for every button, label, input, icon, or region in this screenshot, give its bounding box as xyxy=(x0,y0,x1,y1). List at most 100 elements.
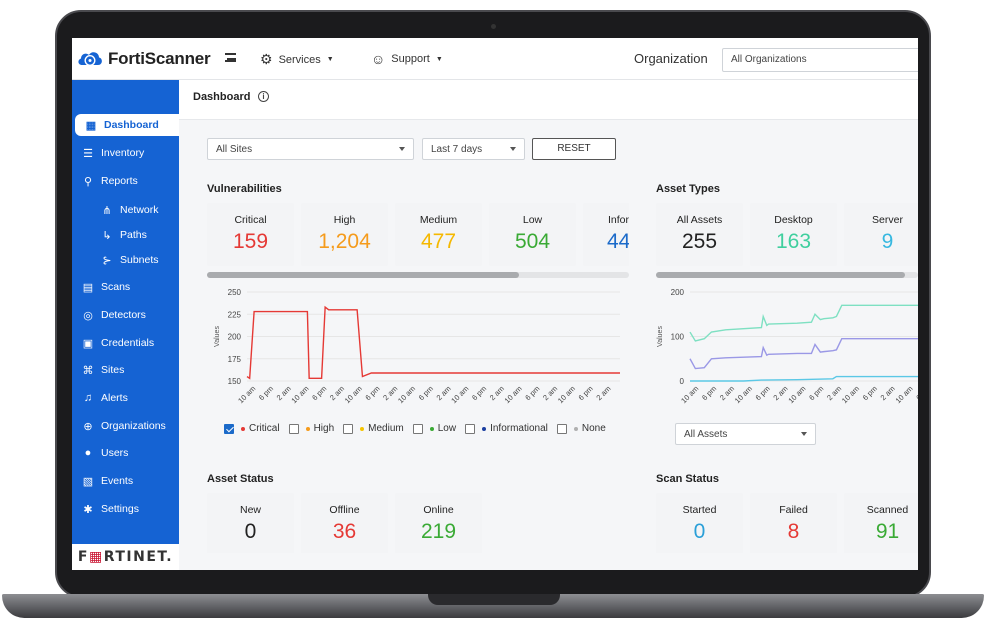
info-icon[interactable]: i xyxy=(258,91,269,102)
vuln-card-high[interactable]: High 1,204 xyxy=(301,203,388,266)
card-value: 0 xyxy=(693,520,706,543)
menu-toggle-icon[interactable] xyxy=(225,53,236,62)
card-label: Low xyxy=(522,214,543,226)
vuln-card-informational[interactable]: Informa 44 xyxy=(583,203,629,266)
legend-dot xyxy=(305,426,310,431)
asset-card-server[interactable]: Server 9 xyxy=(844,203,918,266)
legend-item-critical[interactable]: Critical xyxy=(224,423,280,434)
sidebar-item-events[interactable]: ▧ Events xyxy=(72,470,179,492)
asset-type-cards: All Assets 255 Desktop 163 Server 9 xyxy=(656,203,918,269)
card-label: New xyxy=(239,504,261,516)
asset-type-select[interactable]: All Assets xyxy=(675,423,816,445)
x-tick-label: 10 am xyxy=(894,384,915,405)
services-icon: ⚙ xyxy=(260,51,273,67)
x-tick-label: 6 pm xyxy=(417,384,435,402)
asset-card-desktop[interactable]: Desktop 163 xyxy=(750,203,837,266)
gear-icon: ✱ xyxy=(83,503,93,516)
vuln-card-medium[interactable]: Medium 477 xyxy=(395,203,482,266)
sidebar: ▦ Dashboard ☰ Inventory ⚲ Reports ⋔ Network … xyxy=(72,80,179,554)
scan-status-card-failed[interactable]: Failed 8 xyxy=(750,493,837,553)
asset-status-card-offline[interactable]: Offline 36 xyxy=(301,493,388,553)
legend-checkbox[interactable] xyxy=(412,423,423,434)
vuln-card-low[interactable]: Low 504 xyxy=(489,203,576,266)
reports-icon: ⚲ xyxy=(83,175,93,188)
sidebar-item-label: Events xyxy=(101,475,134,487)
card-label: Critical xyxy=(234,214,267,226)
legend-checkbox[interactable] xyxy=(224,423,234,434)
card-value: 91 xyxy=(875,520,900,543)
legend-item-none[interactable]: None xyxy=(556,423,606,434)
card-value: 44 xyxy=(607,230,629,253)
sidebar-item-label: Users xyxy=(101,447,129,459)
fortinet-logo: F▦RTINET. xyxy=(72,544,179,570)
asset-status-card-online[interactable]: Online 219 xyxy=(395,493,482,553)
sidebar-item-reports[interactable]: ⚲ Reports xyxy=(72,170,179,192)
series-line-server xyxy=(689,338,918,370)
page-title: Dashboard xyxy=(193,91,251,103)
scan-status-card-started[interactable]: Started 0 xyxy=(656,493,743,553)
date-range-select[interactable]: Last 7 days xyxy=(422,138,525,160)
services-label: Services xyxy=(278,53,321,66)
sidebar-item-scans[interactable]: ▤ Scans xyxy=(72,276,179,298)
vuln-card-critical[interactable]: Critical 159 xyxy=(207,203,294,266)
asset-card-all[interactable]: All Assets 255 xyxy=(656,203,743,266)
sidebar-item-credentials[interactable]: ▣ Credentials xyxy=(72,332,179,354)
x-tick-label: 10 am xyxy=(503,384,524,405)
sidebar-item-users[interactable]: ● Users xyxy=(72,442,179,464)
x-tick-label: 6 pm xyxy=(700,384,718,402)
asset-status-cards: New 0 Offline 36 Online 219 xyxy=(207,493,497,553)
sidebar-item-label: Detectors xyxy=(101,309,146,321)
sidebar-item-label: Sites xyxy=(101,364,125,376)
legend-checkbox[interactable] xyxy=(343,423,354,434)
legend-dot xyxy=(360,426,365,431)
card-label: Failed xyxy=(779,504,808,516)
scrollbar-thumb[interactable] xyxy=(656,272,905,278)
scrollbar-thumb[interactable] xyxy=(207,272,520,278)
sidebar-item-network[interactable]: ⋔ Network xyxy=(72,199,179,221)
support-menu[interactable]: ☺ Support ▼ xyxy=(371,51,443,67)
card-value: 159 xyxy=(232,230,269,253)
scan-status-card-scanned[interactable]: Scanned 91 xyxy=(844,493,918,553)
sidebar-item-inventory[interactable]: ☰ Inventory xyxy=(72,142,179,164)
series-line-other xyxy=(690,375,918,382)
asset-types-chart-clip: Values 0 100 200 10 am 6 pm 2 am 10 am 6 pm 2 am 1… xyxy=(656,282,918,414)
sidebar-item-subnets[interactable]: ⊱ Subnets xyxy=(72,249,179,271)
reset-button[interactable]: RESET xyxy=(532,138,616,160)
chevron-down-icon xyxy=(510,147,516,151)
organization-select[interactable]: All Organizations xyxy=(722,48,918,72)
asset-type-cards-scrollbar[interactable] xyxy=(656,272,918,278)
card-value: 8 xyxy=(787,520,800,543)
chevron-down-icon: ▼ xyxy=(435,55,443,63)
legend-item-low[interactable]: Low xyxy=(412,423,456,434)
asset-type-select-value: All Assets xyxy=(684,429,728,440)
sidebar-item-label: Credentials xyxy=(101,337,155,349)
card-value: 9 xyxy=(881,230,894,253)
card-value: 219 xyxy=(420,520,457,543)
user-icon: ● xyxy=(84,447,92,459)
sidebar-item-alerts[interactable]: ♫ Alerts xyxy=(72,387,179,409)
vulnerability-cards-scrollbar[interactable] xyxy=(207,272,629,278)
sidebar-item-detectors[interactable]: ◎ Detectors xyxy=(72,304,179,326)
x-tick-label: 2 am xyxy=(594,384,612,402)
legend-item-informational[interactable]: Informational xyxy=(465,423,548,434)
sidebar-item-sites[interactable]: ⌘ Sites xyxy=(72,359,179,381)
sidebar-item-settings[interactable]: ✱ Settings xyxy=(72,498,179,520)
vulnerabilities-line-chart: Values15017520022525010 am 6 pm 2 am10 am 6… xyxy=(214,288,620,405)
sidebar-item-paths[interactable]: ↳ Paths xyxy=(72,224,179,246)
sidebar-item-organizations[interactable]: ⊕ Organizations xyxy=(72,415,179,437)
asset-status-card-new[interactable]: New 0 xyxy=(207,493,294,553)
legend-label: Medium xyxy=(368,423,404,434)
site-filter-select[interactable]: All Sites xyxy=(207,138,414,160)
sidebar-item-dashboard[interactable]: ▦ Dashboard xyxy=(75,114,179,136)
legend-item-medium[interactable]: Medium xyxy=(343,423,404,434)
subnets-icon: ⊱ xyxy=(102,254,112,267)
x-tick-label: 6 pm xyxy=(523,384,541,402)
services-menu[interactable]: ⚙ Services ▼ xyxy=(260,51,334,68)
legend-item-high[interactable]: High xyxy=(288,423,334,434)
chevron-down-icon: ▼ xyxy=(326,56,334,63)
sidebar-item-label: Network xyxy=(120,204,159,216)
legend-checkbox[interactable] xyxy=(556,423,567,434)
legend-checkbox[interactable] xyxy=(465,423,476,434)
card-value: 504 xyxy=(514,230,551,253)
legend-checkbox[interactable] xyxy=(288,423,299,434)
